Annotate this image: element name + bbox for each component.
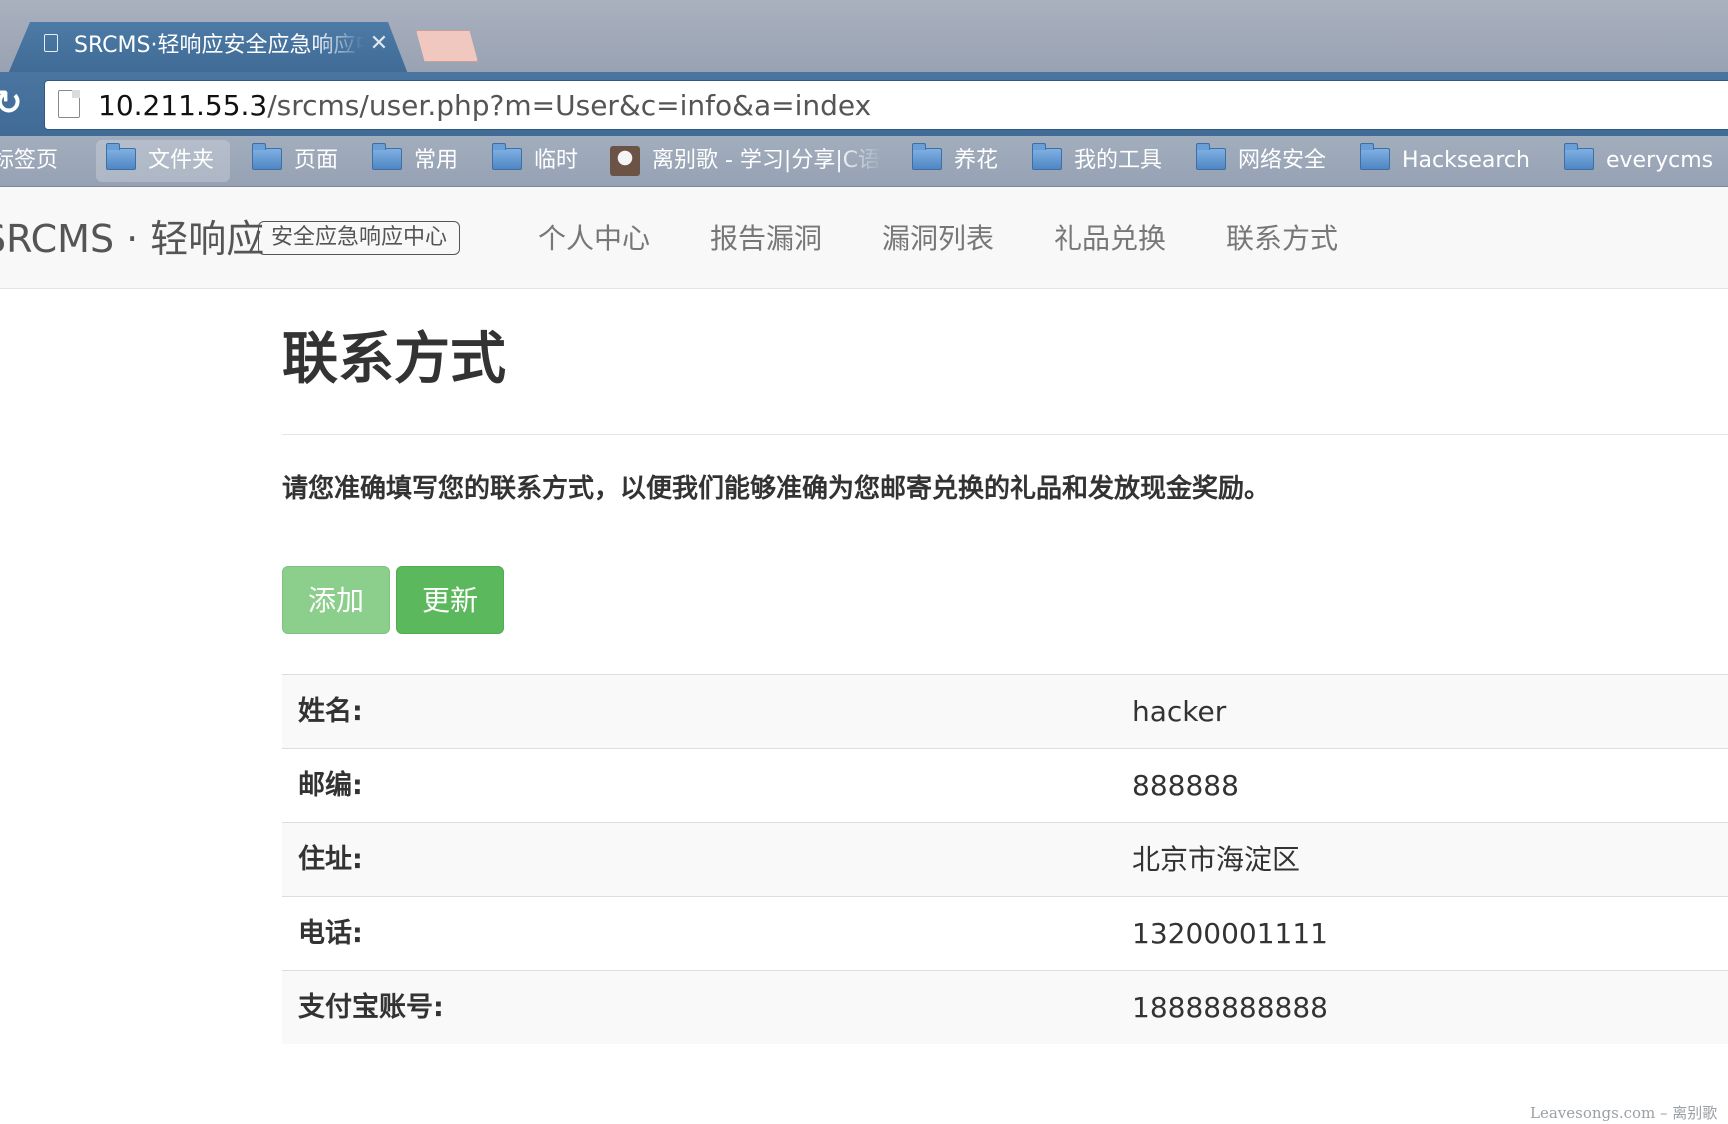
intro-text: 请您准确填写您的联系方式，以便我们能够准确为您邮寄兑换的礼品和发放现金奖励。 xyxy=(282,474,1271,504)
reload-icon[interactable]: ↻ xyxy=(0,86,24,120)
page-icon xyxy=(58,90,80,118)
nav-link-contact[interactable]: 联系方式 xyxy=(1226,218,1338,260)
bookmark-label: 养花 xyxy=(954,148,999,173)
brand-badge: 安全应急响应中心 xyxy=(258,221,461,255)
folder-icon xyxy=(1196,143,1226,170)
bookmark-folder-1[interactable]: 文件夹 xyxy=(96,140,231,182)
field-label: 住址: xyxy=(298,844,363,875)
site-thumbnail-icon xyxy=(610,146,640,176)
bookmark-folder-5[interactable]: 养花 xyxy=(912,140,998,182)
bookmark-label: 文件夹 xyxy=(148,148,215,173)
url-path: /srcms/user.php?m=User&c=info&a=index xyxy=(267,89,872,122)
folder-icon xyxy=(252,143,282,170)
folder-icon xyxy=(912,143,942,170)
nav-link-vuln-list[interactable]: 漏洞列表 xyxy=(882,218,994,260)
folder-icon xyxy=(106,143,136,170)
bookmark-label: 页面 xyxy=(294,148,339,173)
table-row: 邮编: 888888 xyxy=(282,748,1728,822)
field-label: 电话: xyxy=(298,918,363,949)
bookmark-folder-9[interactable]: everycms xyxy=(1564,140,1713,182)
nav-link-report-vuln[interactable]: 报告漏洞 xyxy=(710,218,822,260)
contact-info-table: 姓名: hacker 邮编: 888888 住址: 北京市海淀区 电话: 132… xyxy=(282,674,1728,1044)
add-button[interactable]: 添加 xyxy=(282,566,390,634)
field-value: 北京市海淀区 xyxy=(1132,843,1301,876)
field-value: 888888 xyxy=(1132,769,1239,802)
bookmark-folder-4[interactable]: 临时 xyxy=(492,140,578,182)
url-text[interactable]: 10.211.55.3/srcms/user.php?m=User&c=info… xyxy=(98,89,871,123)
folder-icon xyxy=(1564,143,1594,170)
title-divider xyxy=(282,434,1728,435)
bookmark-label: 网络安全 xyxy=(1238,148,1327,173)
bookmark-folder-6[interactable]: 我的工具 xyxy=(1032,140,1162,182)
field-label: 支付宝账号: xyxy=(298,992,444,1023)
table-row: 支付宝账号: 18888888888 xyxy=(282,970,1728,1044)
tab-close-icon[interactable]: ✕ xyxy=(368,31,390,57)
update-button[interactable]: 更新 xyxy=(396,566,504,634)
bookmark-label: 动标签页 xyxy=(0,148,59,173)
field-label: 邮编: xyxy=(298,770,363,801)
bookmark-folder-3[interactable]: 常用 xyxy=(372,140,458,182)
bookmark-label: Hacksearch xyxy=(1402,148,1530,173)
field-label: 姓名: xyxy=(298,696,363,727)
table-row: 姓名: hacker xyxy=(282,674,1728,748)
folder-icon xyxy=(492,143,522,170)
bookmark-label: 离别歌 - 学习|分享|C语言 xyxy=(652,148,882,173)
page-title: 联系方式 xyxy=(282,327,506,392)
site-brand[interactable]: SRCMS · 轻响应 xyxy=(0,214,264,264)
bookmark-site-leavesongs[interactable]: 离别歌 - 学习|分享|C语言 xyxy=(610,140,882,182)
field-value: hacker xyxy=(1132,695,1227,728)
table-row: 电话: 13200001111 xyxy=(282,896,1728,970)
bookmark-folder-8[interactable]: Hacksearch xyxy=(1360,140,1530,182)
folder-icon xyxy=(1360,143,1390,170)
bookmark-label: everycms xyxy=(1606,148,1714,173)
bookmark-apps[interactable]: 动标签页 xyxy=(0,140,58,182)
url-host: 10.211.55.3 xyxy=(98,89,268,122)
bookmark-folder-7[interactable]: 网络安全 xyxy=(1196,140,1326,182)
table-row: 住址: 北京市海淀区 xyxy=(282,822,1728,896)
folder-icon xyxy=(1032,143,1062,170)
field-value: 18888888888 xyxy=(1132,991,1328,1024)
bookmark-folder-2[interactable]: 页面 xyxy=(252,140,338,182)
tab-title[interactable]: SRCMS·轻响应安全应急响应中心 xyxy=(74,32,364,60)
page-favicon-icon xyxy=(44,34,58,52)
bookmark-label: 临时 xyxy=(534,148,579,173)
folder-icon xyxy=(372,143,402,170)
nav-link-personal-center[interactable]: 个人中心 xyxy=(538,218,650,260)
bookmark-label: 常用 xyxy=(414,148,459,173)
new-tab-button[interactable] xyxy=(416,30,478,62)
watermark: Leavesongs.com – 离别歌 xyxy=(1530,1104,1718,1122)
nav-link-gift-exchange[interactable]: 礼品兑换 xyxy=(1054,218,1166,260)
field-value: 13200001111 xyxy=(1132,917,1328,950)
bookmark-label: 我的工具 xyxy=(1074,148,1163,173)
